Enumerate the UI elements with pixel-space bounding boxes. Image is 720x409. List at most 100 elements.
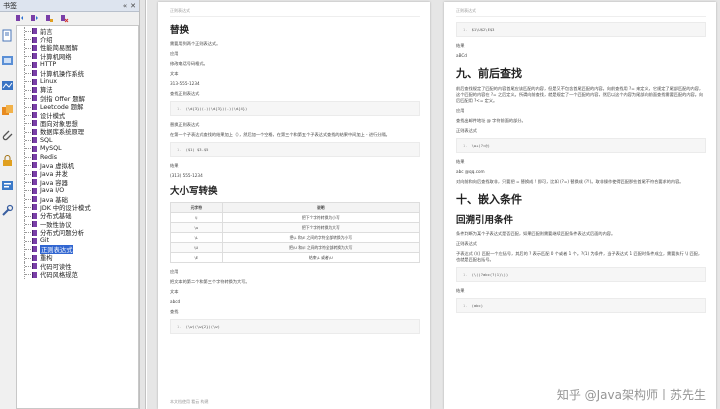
tree-connector (24, 253, 32, 262)
label-apply: 应用 (170, 269, 179, 274)
bookmark-icon (32, 254, 37, 261)
bookmark-item[interactable]: 分布式基础 (17, 211, 138, 220)
label-text: 文本 (170, 289, 179, 294)
label-find: 查找 (170, 309, 179, 314)
bookmark-icon (32, 70, 37, 77)
bookmarks-toolbar (0, 12, 139, 25)
tree-connector (24, 68, 32, 78)
new-bookmark-icon[interactable] (45, 14, 54, 23)
table-row: \l 把下个字符转换为小写 (170, 212, 421, 223)
tools-tab-icon[interactable] (1, 204, 14, 217)
tree-connector (24, 211, 32, 220)
tree-connector (24, 43, 32, 53)
tree-connector (24, 219, 32, 229)
table-row: \L 把\L 和\E 之间的字符全部转换为小写 (170, 232, 421, 243)
page-running-header: 正则表达式 (456, 8, 706, 17)
collapse-panel-icon[interactable]: « (123, 2, 127, 10)
document-viewer: 正则表达式 替换 需要用到两个正则表达式。 应用 修改电话号码格式。 文本 31… (147, 0, 720, 409)
panel-splitter[interactable] (140, 0, 146, 409)
tree-connector (24, 35, 32, 44)
bookmark-icon (32, 28, 37, 35)
bookmark-item[interactable]: Git (17, 236, 138, 246)
tree-connector (24, 186, 32, 195)
close-panel-icon[interactable]: ✕ (130, 2, 136, 10)
side-tab-strip (0, 27, 15, 227)
bookmark-icon (32, 212, 37, 219)
bookmark-icon (32, 204, 37, 211)
thumbnails-tab-icon[interactable] (1, 54, 14, 67)
code-block: 1. ($1) $3-$5 (170, 142, 420, 157)
table-cell: \L (170, 232, 223, 243)
table-cell: 结束\L 或者\U (221, 252, 421, 263)
bookmark-label: Git (40, 237, 50, 245)
section-heading-lookaround: 九、前后查找 (456, 67, 522, 80)
tree-connector (24, 161, 32, 170)
label-text: 文本 (170, 71, 179, 76)
code-block: 1. (\()?abc(?(1)\)) (456, 267, 706, 282)
security-tab-icon[interactable] (1, 154, 14, 167)
bookmark-label: Java 容器 (40, 179, 68, 187)
bookmark-item[interactable]: 计算机操作系统 (17, 68, 138, 78)
annotations-tab-icon[interactable] (1, 104, 14, 117)
bookmark-icon (32, 170, 37, 177)
tree-connector (24, 228, 32, 237)
code-block: 1. (abc) (456, 298, 706, 313)
tree-connector (24, 152, 32, 162)
section-heading-backref: 回溯引用条件 (456, 215, 514, 226)
bookmark-item[interactable]: Java I/O (17, 186, 138, 195)
label-apply: 应用 (456, 108, 465, 113)
attachments-tab-icon[interactable] (1, 129, 14, 142)
tree-connector (24, 102, 32, 111)
bookmark-item[interactable]: Linux (17, 77, 138, 86)
bookmark-item[interactable]: 性能简易图解 (17, 43, 138, 53)
bookmark-icon (32, 187, 37, 194)
bookmark-item[interactable]: 重构 (17, 253, 138, 262)
table-row: \U 把\U 和\E 之间的字符全部转换为大写 (170, 242, 421, 253)
bookmark-item[interactable]: JDK 中的设计模式 (17, 203, 138, 212)
tree-connector (24, 270, 32, 279)
bookmark-item[interactable]: Leetcode 题解 (17, 102, 138, 111)
tree-connector (24, 119, 32, 128)
layers-tab-icon[interactable] (1, 79, 14, 92)
pages-tab-icon[interactable] (1, 29, 14, 42)
table-cell: 把\U 和\E 之间的字符全部转换为大写 (221, 242, 421, 253)
bookmark-icon (32, 120, 37, 127)
page-running-header: 正则表达式 (170, 8, 420, 17)
bookmark-icon (32, 263, 37, 270)
bookmark-label: HTTP (40, 61, 57, 69)
bookmark-item[interactable]: Java 并发 (17, 169, 138, 178)
bookmark-item[interactable]: SQL (17, 136, 138, 145)
bookmark-item[interactable]: 前言 (17, 27, 138, 36)
bookmarks-title: 书签 (3, 1, 17, 10)
bookmark-item[interactable]: Redis (17, 152, 138, 162)
bookmark-icon (32, 53, 37, 60)
bookmark-item[interactable]: 数据库系统原理 (17, 127, 138, 136)
label-result: 结果 (456, 43, 465, 48)
bookmark-item[interactable]: MySQL (17, 144, 138, 153)
tree-connector (24, 136, 32, 145)
bookmark-label: Redis (40, 153, 57, 161)
bookmark-icon (32, 246, 37, 253)
section-heading-case: 大小写转换 (170, 186, 218, 197)
bookmark-item[interactable]: Java 容器 (17, 178, 138, 187)
bookmark-item[interactable]: 代码风格规范 (17, 270, 138, 279)
table-cell: \u (170, 222, 223, 233)
signatures-tab-icon[interactable] (1, 179, 14, 192)
delete-bookmark-icon[interactable] (60, 14, 69, 23)
bookmark-icon (32, 128, 37, 135)
bookmark-icon (32, 95, 37, 102)
result-text: abc @qq.com (456, 169, 485, 174)
bookmark-item[interactable]: Java 虚拟机 (17, 161, 138, 170)
bookmark-item[interactable]: 计算机网络 (17, 52, 138, 61)
bookmark-tree: 前言 介绍 性能简易图解 计算机网络 HTTP 计算机操作系统 Linux 算法 剑指 Offe… (16, 25, 139, 409)
bookmark-icon (32, 44, 37, 51)
bookmarks-titlebar: 书签 « ✕ (0, 0, 139, 12)
bookmark-label: 分布式问题分析 (40, 230, 85, 238)
bookmark-item[interactable]: 分布式问题分析 (17, 228, 138, 238)
expand-bookmark-icon[interactable] (15, 14, 24, 23)
paragraph: 对向前和向后查找取非，只要把 = 替换成 ! 即可，比如 (?=) 替换成 (?… (456, 179, 684, 184)
table-row: \u 把下个字符转换为大写 (170, 222, 421, 233)
section-heading-embed: 十、嵌入条件 (456, 193, 522, 206)
collapse-bookmark-icon[interactable] (30, 14, 39, 23)
bookmark-item[interactable]: 正则表达式 (17, 244, 138, 254)
